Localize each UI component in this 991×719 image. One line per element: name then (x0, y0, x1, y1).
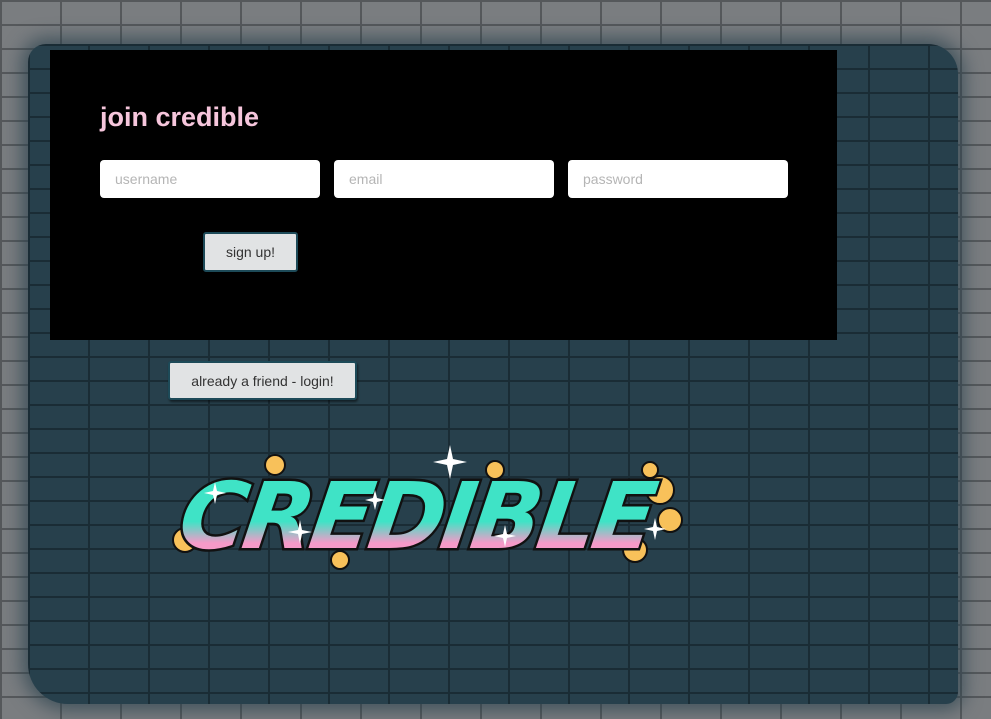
signup-title: join credible (100, 102, 260, 132)
signup-button[interactable]: sign up! (203, 232, 298, 272)
signup-panel: join credible sign up! (50, 50, 837, 340)
username-input[interactable] (100, 160, 320, 198)
email-input[interactable] (334, 160, 554, 198)
credible-graffiti-logo: CREDIBLE (171, 445, 683, 572)
password-input[interactable] (568, 160, 788, 198)
logo-text: CREDIBLE (173, 462, 662, 569)
login-button[interactable]: already a friend - login! (168, 361, 357, 400)
